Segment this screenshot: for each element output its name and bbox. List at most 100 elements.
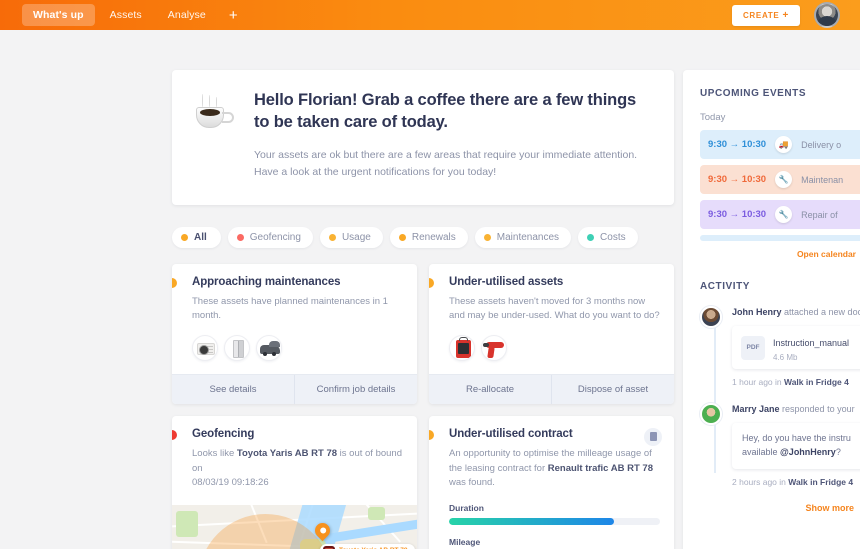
greeting-body: Your assets are ok but there are a few a… bbox=[254, 147, 650, 181]
card-title: Under-utilised contract bbox=[449, 427, 573, 440]
card-body: Under-utilised contract An opportunity t… bbox=[429, 416, 674, 549]
activity-place[interactable]: Walk in Fridge 4 bbox=[784, 377, 849, 387]
confirm-job-details-button[interactable]: Confirm job details bbox=[294, 374, 417, 404]
card-under-utilised-contract: Under-utilised contract An opportunity t… bbox=[429, 415, 674, 549]
dispose-of-asset-button[interactable]: Dispose of asset bbox=[551, 374, 674, 404]
geofence-map[interactable]: Toyota Yaris AB RT 78 bbox=[172, 505, 417, 549]
filter-dot-maintenances bbox=[483, 233, 491, 241]
air-conditioner-icon[interactable] bbox=[192, 334, 218, 361]
event-title: Repair of bbox=[801, 209, 838, 220]
show-more-link[interactable]: Show more bbox=[700, 503, 860, 513]
activity-text: Marry Jane responded to your bbox=[732, 403, 860, 416]
duration-bar-label: Duration bbox=[449, 503, 484, 514]
greeting-line-2: Have a look at the urgent notifications … bbox=[254, 165, 497, 178]
event-time: 9:30 → 10:30 bbox=[708, 209, 767, 220]
geofence-timestamp: 08/03/19 09:18:26 bbox=[192, 477, 269, 489]
see-details-button[interactable]: See details bbox=[172, 375, 294, 404]
nav-right-group: CREATE + bbox=[731, 2, 852, 28]
park-area bbox=[176, 511, 198, 538]
add-tab-icon[interactable]: + bbox=[221, 8, 246, 23]
event-time: 9:30 → 10:30 bbox=[708, 174, 767, 185]
event-row-partial[interactable] bbox=[700, 235, 860, 241]
activity-place[interactable]: Walk in Fridge 4 bbox=[788, 477, 853, 487]
park-area bbox=[368, 507, 385, 521]
filter-chip-maintenances[interactable]: Maintenances bbox=[474, 226, 572, 248]
activity-author[interactable]: John Henry bbox=[732, 307, 782, 317]
filter-dot-renewals bbox=[398, 233, 406, 241]
event-row-maintenance[interactable]: 9:30 → 10:30 🔧 Maintenan bbox=[700, 165, 860, 194]
coffee-cup-icon bbox=[194, 94, 238, 134]
nav-item-analyse[interactable]: Analyse bbox=[157, 4, 217, 26]
card-under-utilised-assets: Under-utilised assets These assets haven… bbox=[429, 263, 674, 404]
wrench-icon: 🔧 bbox=[775, 206, 793, 223]
card-footer: See details Confirm job details bbox=[172, 373, 417, 404]
attachment-size: 4.6 Mb bbox=[773, 353, 798, 363]
filter-label-usage: Usage bbox=[341, 231, 371, 243]
activity-time: 2 hours ago in bbox=[732, 476, 789, 487]
mileage-bar-label: Mileage bbox=[449, 537, 481, 548]
message-line-2: available bbox=[742, 447, 781, 458]
activity-author[interactable]: Marry Jane bbox=[732, 404, 780, 414]
message-mention[interactable]: @JohnHenry bbox=[780, 447, 836, 457]
document-icon[interactable] bbox=[644, 427, 662, 446]
activity-action: attached a new doc bbox=[781, 307, 860, 317]
activity-title: ACTIVITY bbox=[700, 281, 750, 292]
card-title: Under-utilised assets bbox=[449, 275, 564, 288]
card-title: Geofencing bbox=[192, 427, 255, 440]
event-row-delivery[interactable]: 9:30 → 10:30 🚚 Delivery o bbox=[700, 130, 860, 159]
activity-content: Marry Jane responded to your Hey, do you… bbox=[732, 403, 860, 487]
filter-dot-costs bbox=[587, 233, 595, 241]
filter-label-renewals: Renewals bbox=[411, 231, 456, 243]
card-body: Geofencing Looks like Toyota Yaris AB RT… bbox=[172, 416, 417, 505]
open-calendar-link[interactable]: Open calendar bbox=[700, 249, 860, 259]
nav-item-whats-up[interactable]: What's up bbox=[22, 4, 95, 26]
contract-asset-name: Renault trafic AB RT 78 bbox=[547, 462, 653, 474]
message-bubble[interactable]: Hey, do you have the instru available @J… bbox=[732, 423, 860, 469]
greeting-line-1: Your assets are ok but there are a few a… bbox=[254, 148, 638, 161]
card-description: These assets haven't moved for 3 months … bbox=[449, 295, 660, 322]
van-icon[interactable] bbox=[256, 334, 282, 361]
filter-dot-usage bbox=[328, 233, 336, 241]
nav-item-assets[interactable]: Assets bbox=[99, 4, 153, 26]
message-line-1: Hey, do you have the instru bbox=[742, 433, 851, 444]
upcoming-events-title: UPCOMING EVENTS bbox=[700, 88, 807, 99]
user-avatar[interactable] bbox=[814, 2, 840, 28]
re-allocate-button[interactable]: Re-allocate bbox=[429, 375, 551, 404]
page-title: Hello Florian! Grab a coffee there are a… bbox=[254, 91, 637, 131]
filter-chip-geofencing[interactable]: Geofencing bbox=[227, 226, 313, 248]
map-pin-label[interactable]: Toyota Yaris AB RT 78 bbox=[320, 544, 415, 549]
message-end: ? bbox=[835, 447, 841, 458]
attachment-name: Instruction_manual bbox=[773, 338, 850, 349]
create-button[interactable]: CREATE + bbox=[731, 4, 800, 26]
event-row-repair[interactable]: 9:30 → 10:30 🔧 Repair of bbox=[700, 200, 860, 229]
generator-icon[interactable] bbox=[449, 334, 475, 361]
activity-item: Marry Jane responded to your Hey, do you… bbox=[700, 403, 860, 487]
activity-item: John Henry attached a new doc PDF Instru… bbox=[700, 306, 860, 387]
refrigerator-icon[interactable] bbox=[224, 334, 250, 361]
filter-chip-renewals[interactable]: Renewals bbox=[389, 226, 468, 248]
event-title: Delivery o bbox=[801, 139, 842, 150]
card-description: An opportunity to optimise the milleage … bbox=[449, 447, 660, 491]
asset-thumbnails bbox=[449, 334, 660, 361]
card-body: Under-utilised assets These assets haven… bbox=[429, 264, 674, 374]
card-title: Approaching maintenances bbox=[192, 275, 341, 288]
avatar[interactable] bbox=[700, 403, 722, 426]
filter-label-geofencing: Geofencing bbox=[249, 231, 301, 243]
drill-icon[interactable] bbox=[481, 334, 507, 361]
attachment-card[interactable]: PDF Instruction_manual 4.6 Mb bbox=[732, 326, 860, 370]
filter-chip-usage[interactable]: Usage bbox=[319, 226, 383, 248]
main-column: Hello Florian! Grab a coffee there are a… bbox=[0, 30, 683, 549]
avatar[interactable] bbox=[700, 306, 722, 328]
activity-content: John Henry attached a new doc PDF Instru… bbox=[732, 306, 860, 387]
today-label: Today bbox=[700, 112, 726, 123]
event-title: Maintenan bbox=[801, 174, 844, 185]
duration-bar-fill bbox=[449, 518, 614, 526]
activity-text: John Henry attached a new doc bbox=[732, 306, 860, 319]
card-approaching-maintenances: Approaching maintenances These assets ha… bbox=[172, 263, 417, 404]
filter-chip-costs[interactable]: Costs bbox=[578, 226, 638, 248]
pdf-icon: PDF bbox=[741, 335, 765, 360]
activity-feed: John Henry attached a new doc PDF Instru… bbox=[700, 306, 860, 513]
greeting-card: Hello Florian! Grab a coffee there are a… bbox=[172, 70, 674, 205]
card-description: Looks like Toyota Yaris AB RT 78 is out … bbox=[192, 447, 403, 491]
filter-chip-all[interactable]: All bbox=[172, 226, 221, 248]
